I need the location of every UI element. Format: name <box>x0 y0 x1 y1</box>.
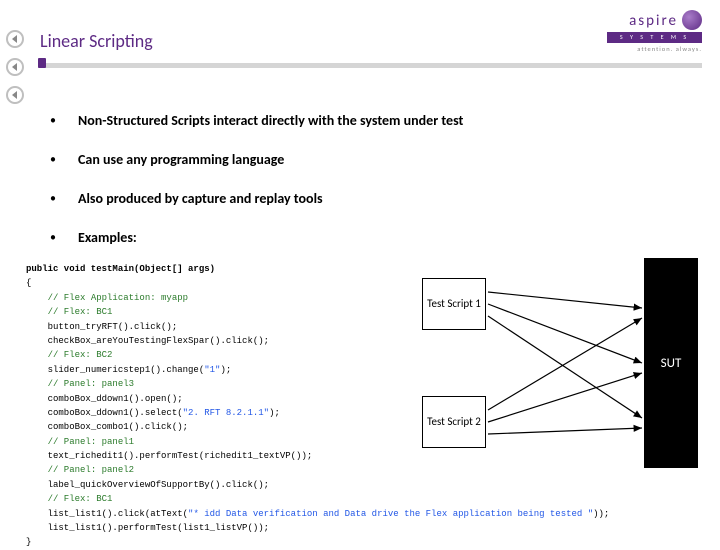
code-comment: // Flex Application: myapp <box>48 293 188 303</box>
bullet-item: • Examples: <box>50 229 690 246</box>
code-line: slider_numericstep1().change( <box>48 365 205 375</box>
bullet-dot: • <box>50 151 56 168</box>
nav-prev-1[interactable] <box>6 30 24 48</box>
bullet-dot: • <box>50 190 56 207</box>
bullet-text: Can use any programming language <box>78 151 284 168</box>
code-string: "* idd Data verification and Data drive … <box>188 509 593 519</box>
code-line: { <box>26 278 31 288</box>
code-line: label_quickOverviewOfSupportBy().click()… <box>48 480 269 490</box>
slide-nav <box>6 30 24 104</box>
logo-tagline: attention. always. <box>607 45 702 53</box>
code-line: button_tryRFT().click(); <box>48 322 178 332</box>
code-line: } <box>26 537 31 547</box>
slide-title: Linear Scripting <box>40 30 702 52</box>
code-line: comboBox_combo1().click(); <box>48 422 188 432</box>
bullet-item: • Can use any programming language <box>50 151 690 168</box>
bullet-dot: • <box>50 112 56 129</box>
title-rule <box>38 58 702 70</box>
code-line: ); <box>220 365 231 375</box>
code-comment: // Panel: panel2 <box>48 465 134 475</box>
code-string: "1" <box>204 365 220 375</box>
brand-logo: aspire S Y S T E M S attention. always. <box>607 10 702 53</box>
code-line: list_list1().performTest(list1_listVP())… <box>48 523 269 533</box>
code-string: "2. RFT 8.2.1.1" <box>183 408 269 418</box>
logo-icon <box>682 10 702 30</box>
logo-text: aspire <box>629 12 678 30</box>
code-line: )); <box>593 509 609 519</box>
bullet-text: Examples: <box>78 229 137 246</box>
code-comment: // Panel: panel1 <box>48 437 134 447</box>
chevron-left-icon <box>12 35 17 43</box>
slide-header: Linear Scripting <box>38 24 702 84</box>
code-comment: // Panel: panel3 <box>48 379 134 389</box>
chevron-left-icon <box>12 63 17 71</box>
code-line: checkBox_areYouTestingFlexSpar().click()… <box>48 336 269 346</box>
architecture-diagram: Test Script 1 Test Script 2 SUT <box>418 258 698 473</box>
code-comment: // Flex: BC2 <box>48 350 113 360</box>
code-line: comboBox_ddown1().open(); <box>48 394 183 404</box>
bullet-dot: • <box>50 229 56 246</box>
diagram-arrows <box>418 258 698 473</box>
logo-subtext: S Y S T E M S <box>607 32 702 43</box>
bullet-item: • Also produced by capture and replay to… <box>50 190 690 207</box>
code-line: public void testMain(Object[] args) <box>26 264 215 274</box>
bullet-text: Non-Structured Scripts interact directly… <box>78 112 463 129</box>
code-line: text_richedit1().performTest(richedit1_t… <box>48 451 313 461</box>
bullet-list: • Non-Structured Scripts interact direct… <box>50 112 690 268</box>
chevron-left-icon <box>12 91 17 99</box>
bullet-item: • Non-Structured Scripts interact direct… <box>50 112 690 129</box>
code-comment: // Flex: BC1 <box>48 307 113 317</box>
bullet-text: Also produced by capture and replay tool… <box>78 190 323 207</box>
code-line: ); <box>269 408 280 418</box>
code-line: comboBox_ddown1().select( <box>48 408 183 418</box>
nav-prev-3[interactable] <box>6 86 24 104</box>
nav-prev-2[interactable] <box>6 58 24 76</box>
code-comment: // Flex: BC1 <box>48 494 113 504</box>
code-example: public void testMain(Object[] args) { //… <box>26 262 406 550</box>
code-line: list_list1().click(atText( <box>48 509 188 519</box>
